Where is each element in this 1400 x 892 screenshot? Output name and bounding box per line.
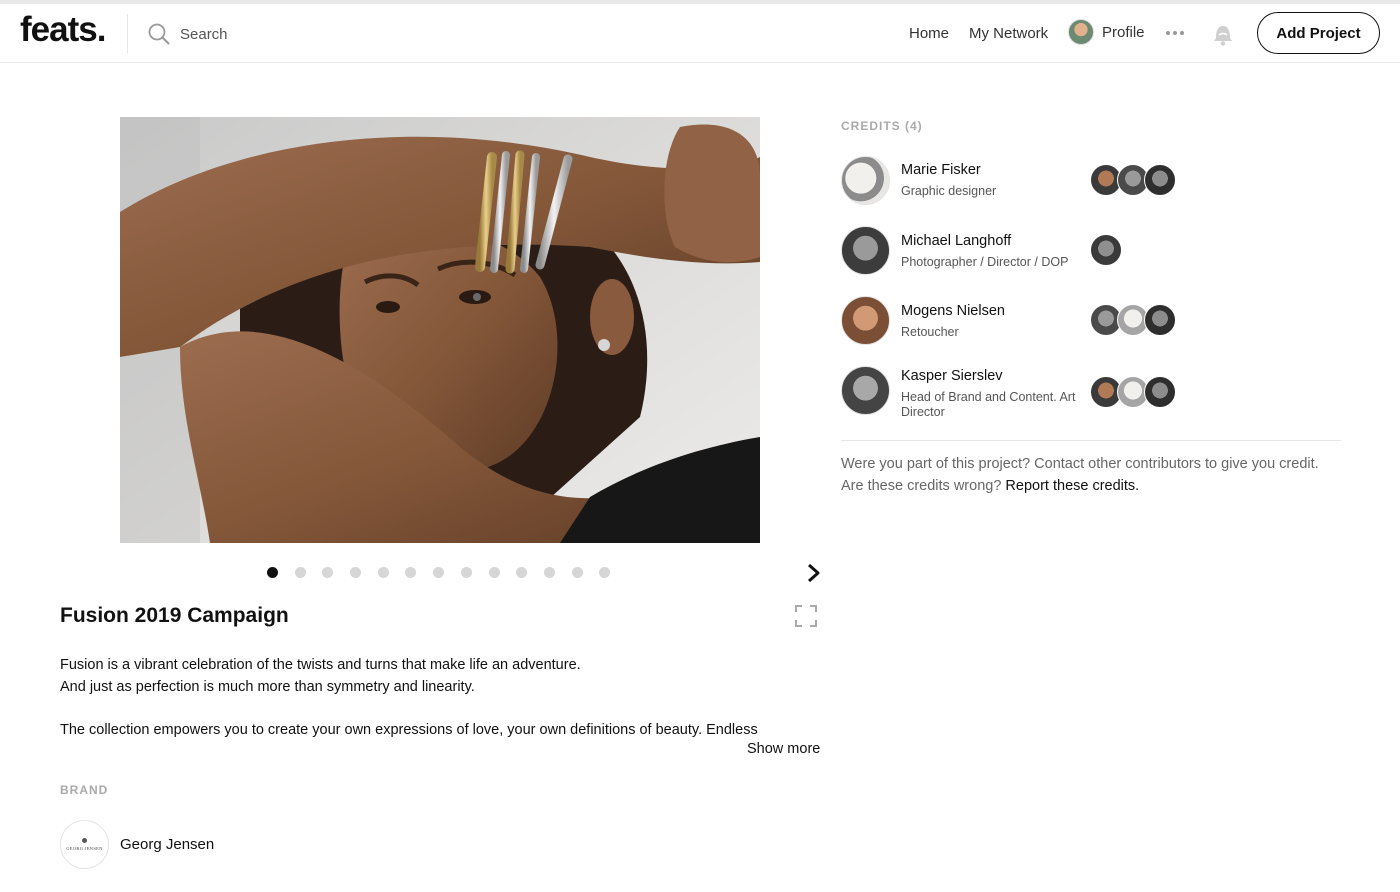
crown-icon (82, 838, 87, 843)
avatar[interactable] (1144, 164, 1176, 196)
description-line: Fusion is a vibrant celebration of the t… (60, 657, 581, 673)
brand-logo[interactable]: GEORG JENSEN (60, 820, 109, 869)
credits-note: Were you part of this project? Contact o… (841, 453, 1361, 497)
project-title: Fusion 2019 Campaign (60, 604, 289, 627)
search-bar (148, 20, 408, 48)
carousel-dots (267, 567, 627, 578)
show-more-link[interactable]: Show more (747, 741, 820, 757)
collaborator-avatars (1090, 234, 1122, 266)
avatar[interactable] (1144, 304, 1176, 336)
credits-note-line: Were you part of this project? Contact o… (841, 456, 1319, 472)
nav-divider (127, 14, 128, 53)
collaborator-avatars (1090, 376, 1176, 408)
credit-name-link[interactable]: Michael Langhoff (901, 233, 1011, 249)
carousel-dot[interactable] (267, 567, 278, 578)
avatar[interactable] (841, 156, 890, 205)
project-image[interactable] (120, 117, 760, 543)
credits-note-line: Are these credits wrong? Report these cr… (841, 475, 1361, 497)
search-icon (148, 23, 170, 45)
avatar[interactable] (1144, 376, 1176, 408)
carousel-dot[interactable] (516, 567, 528, 578)
carousel-dot[interactable] (488, 567, 500, 578)
credit-name-link[interactable]: Mogens Nielsen (901, 303, 1005, 319)
collaborator-avatars (1090, 304, 1176, 336)
more-icon[interactable] (1166, 31, 1184, 35)
credit-role: Retoucher (901, 325, 959, 339)
carousel-dot[interactable] (322, 567, 334, 578)
avatar[interactable] (1090, 234, 1122, 266)
carousel-dot[interactable] (599, 567, 611, 578)
carousel-dot[interactable] (350, 567, 362, 578)
description-line: The collection empowers you to create yo… (60, 721, 758, 738)
carousel-dot[interactable] (571, 567, 583, 578)
carousel-dot[interactable] (460, 567, 472, 578)
brand-heading: BRAND (60, 783, 109, 797)
avatar[interactable] (841, 226, 890, 275)
campaign-photo (120, 117, 760, 543)
report-credits-link[interactable]: Report these credits. (1005, 478, 1139, 494)
credits-note-question: Are these credits wrong? (841, 478, 1002, 494)
credits-heading: CREDITS (4) (841, 119, 923, 133)
carousel-dot[interactable] (543, 567, 555, 578)
nav-profile-link[interactable]: Profile (1068, 19, 1145, 45)
search-input[interactable] (180, 25, 400, 43)
nav-my-network-link[interactable]: My Network (969, 25, 1048, 42)
credit-role: Graphic designer (901, 184, 997, 198)
logo[interactable]: feats. (20, 10, 106, 50)
brand-name-link[interactable]: Georg Jensen (120, 836, 214, 853)
carousel-dot[interactable] (377, 567, 389, 578)
carousel-dot[interactable] (433, 567, 445, 578)
nav-profile-label: Profile (1102, 23, 1145, 41)
collaborator-avatars (1090, 164, 1176, 196)
credit-role: Head of Brand and Content. Art Director (901, 390, 1076, 419)
avatar[interactable] (841, 366, 890, 415)
chevron-right-icon[interactable] (804, 561, 824, 585)
credit-name-link[interactable]: Kasper Sierslev (901, 368, 1003, 384)
top-nav: feats. Home My Network Profile Add Proje… (0, 4, 1400, 63)
credit-role: Photographer / Director / DOP (901, 255, 1069, 269)
project-description: Fusion is a vibrant celebration of the t… (60, 655, 820, 741)
credit-name-link[interactable]: Marie Fisker (901, 162, 981, 178)
carousel-dot[interactable] (294, 567, 306, 578)
nav-home-link[interactable]: Home (909, 25, 949, 42)
avatar[interactable] (841, 296, 890, 345)
divider (841, 440, 1341, 441)
add-project-button[interactable]: Add Project (1257, 12, 1380, 54)
carousel-dot[interactable] (405, 567, 417, 578)
brand-logo-text: GEORG JENSEN (66, 846, 103, 851)
description-line: And just as perfection is much more than… (60, 678, 475, 695)
bell-icon[interactable] (1211, 21, 1235, 47)
avatar (1068, 19, 1094, 45)
expand-icon[interactable] (794, 604, 818, 628)
